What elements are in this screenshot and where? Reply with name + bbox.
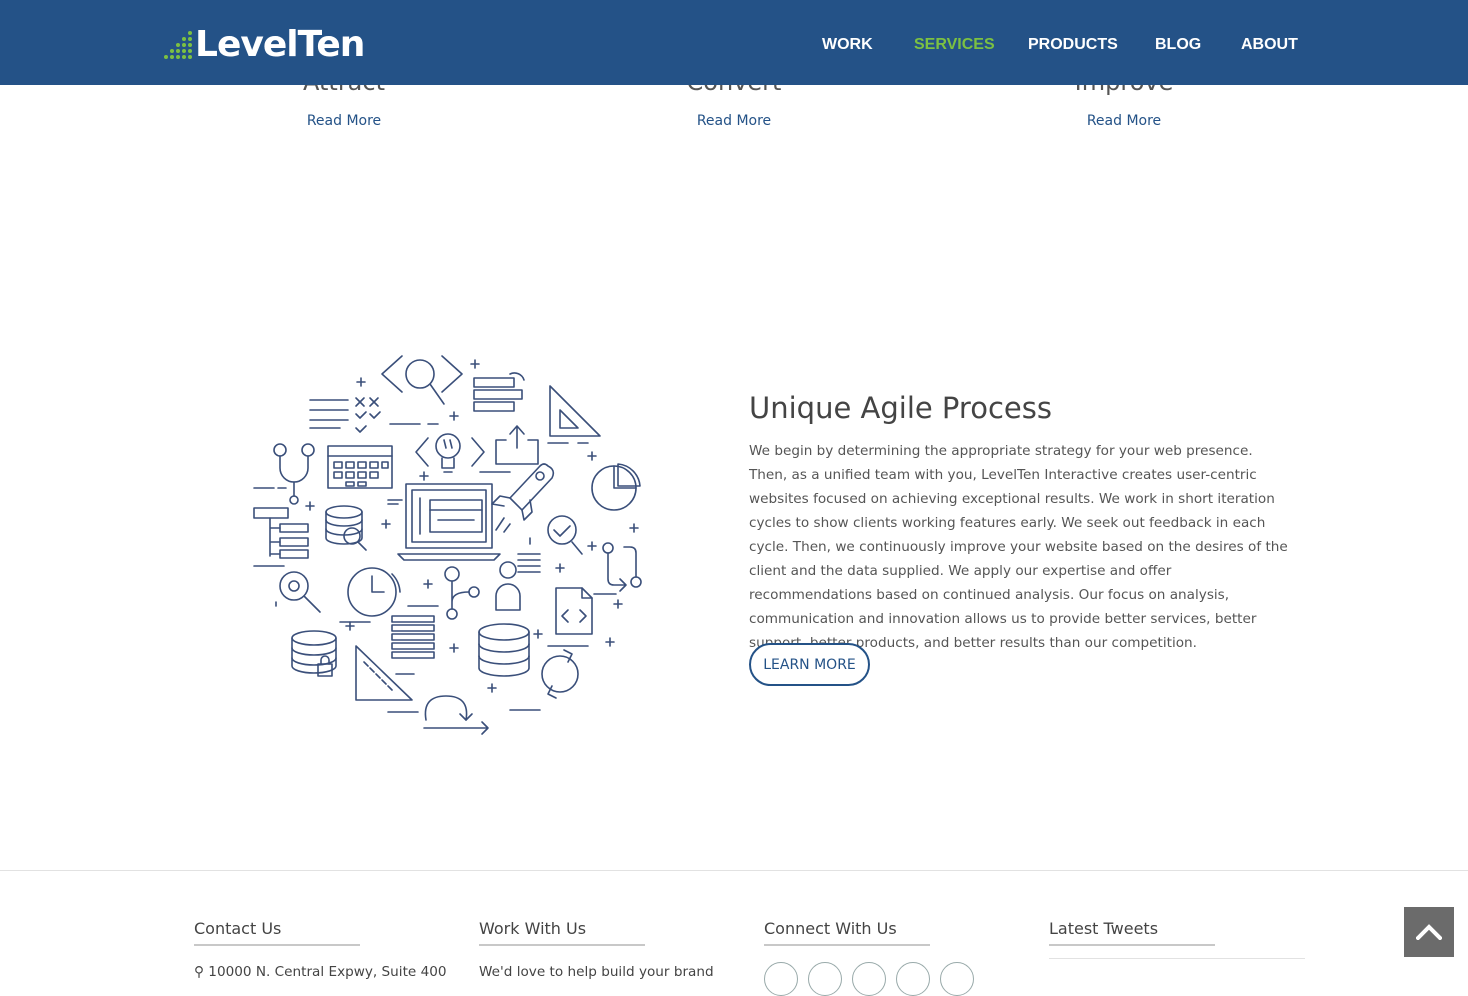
map-pin-icon: ⚲ [194, 964, 204, 980]
nav-about[interactable]: ABOUT [1241, 36, 1298, 54]
agile-description: We begin by determining the appropriate … [749, 443, 1288, 651]
tweets-heading: Latest Tweets [1049, 919, 1215, 946]
social-links [764, 962, 1004, 996]
logo-text: LevelTen [195, 24, 365, 65]
agile-process-illustration [253, 355, 642, 735]
footer-tweets: Latest Tweets [1049, 919, 1305, 959]
learn-more-button[interactable]: LEARN MORE [749, 643, 870, 686]
social-icon[interactable] [808, 962, 842, 996]
nav-work[interactable]: WORK [822, 36, 873, 54]
site-header: LevelTen WORK SERVICES PRODUCTS BLOG ABO… [0, 0, 1468, 85]
chevron-up-icon [1416, 924, 1442, 940]
social-icon[interactable] [896, 962, 930, 996]
logo-dots-icon [164, 31, 192, 59]
read-more-attract[interactable]: Read More [244, 113, 444, 129]
footer-work: Work With Us We'd love to help build you… [479, 919, 719, 980]
back-to-top-button[interactable] [1404, 907, 1454, 957]
work-heading: Work With Us [479, 919, 645, 946]
logo[interactable]: LevelTen [163, 24, 365, 65]
footer-divider [0, 870, 1468, 871]
footer-contact: Contact Us ⚲ 10000 N. Central Expwy, Sui… [194, 919, 447, 980]
agile-title: Unique Agile Process [749, 391, 1052, 425]
social-icon[interactable] [940, 962, 974, 996]
social-icon[interactable] [852, 962, 886, 996]
contact-heading: Contact Us [194, 919, 360, 946]
nav-services[interactable]: SERVICES [914, 36, 995, 54]
read-more-convert[interactable]: Read More [634, 113, 834, 129]
social-icon[interactable] [764, 962, 798, 996]
contact-address-text: 10000 N. Central Expwy, Suite 400 [208, 964, 447, 980]
contact-address: ⚲ 10000 N. Central Expwy, Suite 400 [194, 964, 447, 980]
tweet-divider [1049, 958, 1305, 959]
connect-heading: Connect With Us [764, 919, 930, 946]
nav-products[interactable]: PRODUCTS [1028, 36, 1118, 54]
read-more-improve[interactable]: Read More [1024, 113, 1224, 129]
work-text: We'd love to help build your brand [479, 964, 714, 980]
footer-connect: Connect With Us [764, 919, 1004, 996]
nav-blog[interactable]: BLOG [1155, 36, 1201, 54]
